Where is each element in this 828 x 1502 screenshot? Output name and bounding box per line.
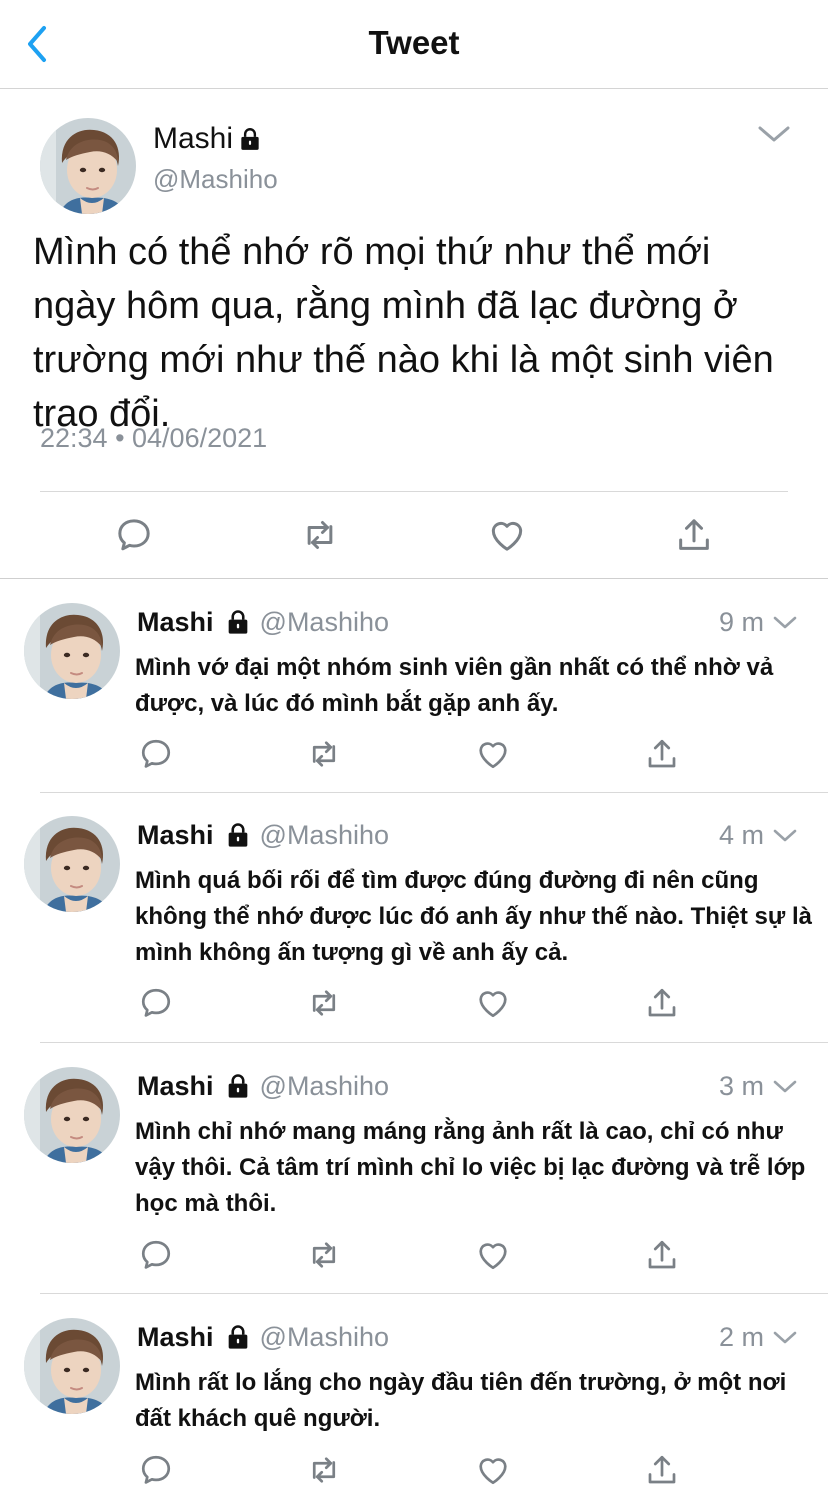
retweet-button[interactable] <box>306 1452 342 1488</box>
share-icon <box>644 1452 680 1488</box>
more-options-button[interactable] <box>772 1079 798 1095</box>
like-button[interactable] <box>475 736 511 772</box>
author-handle[interactable]: @Mashiho <box>153 164 278 195</box>
divider <box>40 1293 828 1294</box>
heart-icon <box>487 515 527 555</box>
author-name[interactable]: Mashi <box>137 1069 214 1103</box>
reply-text: Mình vớ đại một nhóm sinh viên gần nhất … <box>135 654 774 717</box>
retweet-icon <box>306 985 342 1021</box>
reply-icon <box>138 1452 174 1488</box>
lock-icon <box>224 608 252 636</box>
lock-icon <box>224 1323 252 1351</box>
reply-icon <box>138 985 174 1021</box>
retweet-icon <box>306 736 342 772</box>
more-options-button[interactable] <box>756 122 792 146</box>
reply-header: Mashi @Mashiho <box>137 1320 389 1354</box>
avatar[interactable] <box>24 1318 120 1414</box>
lock-icon <box>224 1072 252 1100</box>
retweet-button[interactable] <box>306 985 342 1021</box>
reply-button[interactable] <box>138 1452 174 1488</box>
like-button[interactable] <box>475 985 511 1021</box>
navigation-header: Tweet <box>0 0 828 89</box>
more-options-button[interactable] <box>772 615 798 631</box>
chevron-down-icon <box>773 829 797 842</box>
reply-icon <box>114 515 154 555</box>
avatar[interactable] <box>24 816 120 912</box>
like-button[interactable] <box>475 1237 511 1273</box>
author-name[interactable]: Mashi <box>137 818 214 852</box>
share-icon <box>644 985 680 1021</box>
divider <box>40 792 828 793</box>
retweet-icon <box>306 1237 342 1273</box>
share-button[interactable] <box>644 1237 680 1273</box>
reply-header: Mashi @Mashiho <box>137 605 389 639</box>
divider <box>40 491 788 492</box>
author-name[interactable]: Mashi <box>137 605 214 639</box>
share-button[interactable] <box>674 515 714 555</box>
reply-icon <box>138 736 174 772</box>
share-button[interactable] <box>644 736 680 772</box>
reply-text: Mình chỉ nhớ mang máng rằng ảnh rất là c… <box>135 1118 806 1217</box>
share-icon <box>644 736 680 772</box>
section-divider <box>0 578 828 579</box>
chevron-down-icon <box>773 1080 797 1093</box>
reply-button[interactable] <box>114 515 154 555</box>
lock-icon <box>237 126 263 152</box>
reply-text: Mình quá bối rối để tìm được đúng đường … <box>135 867 812 966</box>
avatar[interactable] <box>24 1067 120 1163</box>
retweet-button[interactable] <box>300 515 340 555</box>
heart-icon <box>475 1452 511 1488</box>
reply-button[interactable] <box>138 1237 174 1273</box>
chevron-down-icon <box>773 1331 797 1344</box>
heart-icon <box>475 985 511 1021</box>
reply-time: 2 m <box>718 1322 764 1352</box>
author-name[interactable]: Mashi <box>137 1320 214 1354</box>
retweet-button[interactable] <box>306 736 342 772</box>
reply-text: Mình rất lo lắng cho ngày đầu tiên đến t… <box>135 1369 787 1432</box>
retweet-icon <box>300 515 340 555</box>
author-handle[interactable]: @Mashiho <box>260 818 389 852</box>
share-icon <box>674 515 714 555</box>
reply-header: Mashi @Mashiho <box>137 1069 389 1103</box>
tweet-text: Mình có thể nhớ rõ mọi thứ như thể mới n… <box>33 231 774 435</box>
more-options-button[interactable] <box>772 1330 798 1346</box>
reply-button[interactable] <box>138 985 174 1021</box>
divider <box>40 1042 828 1043</box>
author-name-row[interactable]: Mashi <box>153 122 263 156</box>
heart-icon <box>475 1237 511 1273</box>
reply-header: Mashi @Mashiho <box>137 818 389 852</box>
reply-time: 3 m <box>718 1071 764 1101</box>
author-handle[interactable]: @Mashiho <box>260 605 389 639</box>
share-button[interactable] <box>644 1452 680 1488</box>
avatar[interactable] <box>24 603 120 699</box>
retweet-icon <box>306 1452 342 1488</box>
author-handle[interactable]: @Mashiho <box>260 1320 389 1354</box>
share-button[interactable] <box>644 985 680 1021</box>
avatar[interactable] <box>40 118 136 214</box>
like-button[interactable] <box>475 1452 511 1488</box>
heart-icon <box>475 736 511 772</box>
reply-time: 9 m <box>718 607 764 637</box>
tweet-timestamp: 22:34 • 04/06/2021 <box>40 423 268 453</box>
more-options-button[interactable] <box>772 828 798 844</box>
reply-icon <box>138 1237 174 1273</box>
page-title: Tweet <box>368 24 460 61</box>
share-icon <box>644 1237 680 1273</box>
chevron-down-icon <box>758 126 790 142</box>
chevron-down-icon <box>773 616 797 629</box>
reply-button[interactable] <box>138 736 174 772</box>
like-button[interactable] <box>487 515 527 555</box>
reply-time: 4 m <box>718 820 764 850</box>
lock-icon <box>224 821 252 849</box>
retweet-button[interactable] <box>306 1237 342 1273</box>
author-name: Mashi <box>153 122 234 155</box>
author-handle[interactable]: @Mashiho <box>260 1069 389 1103</box>
